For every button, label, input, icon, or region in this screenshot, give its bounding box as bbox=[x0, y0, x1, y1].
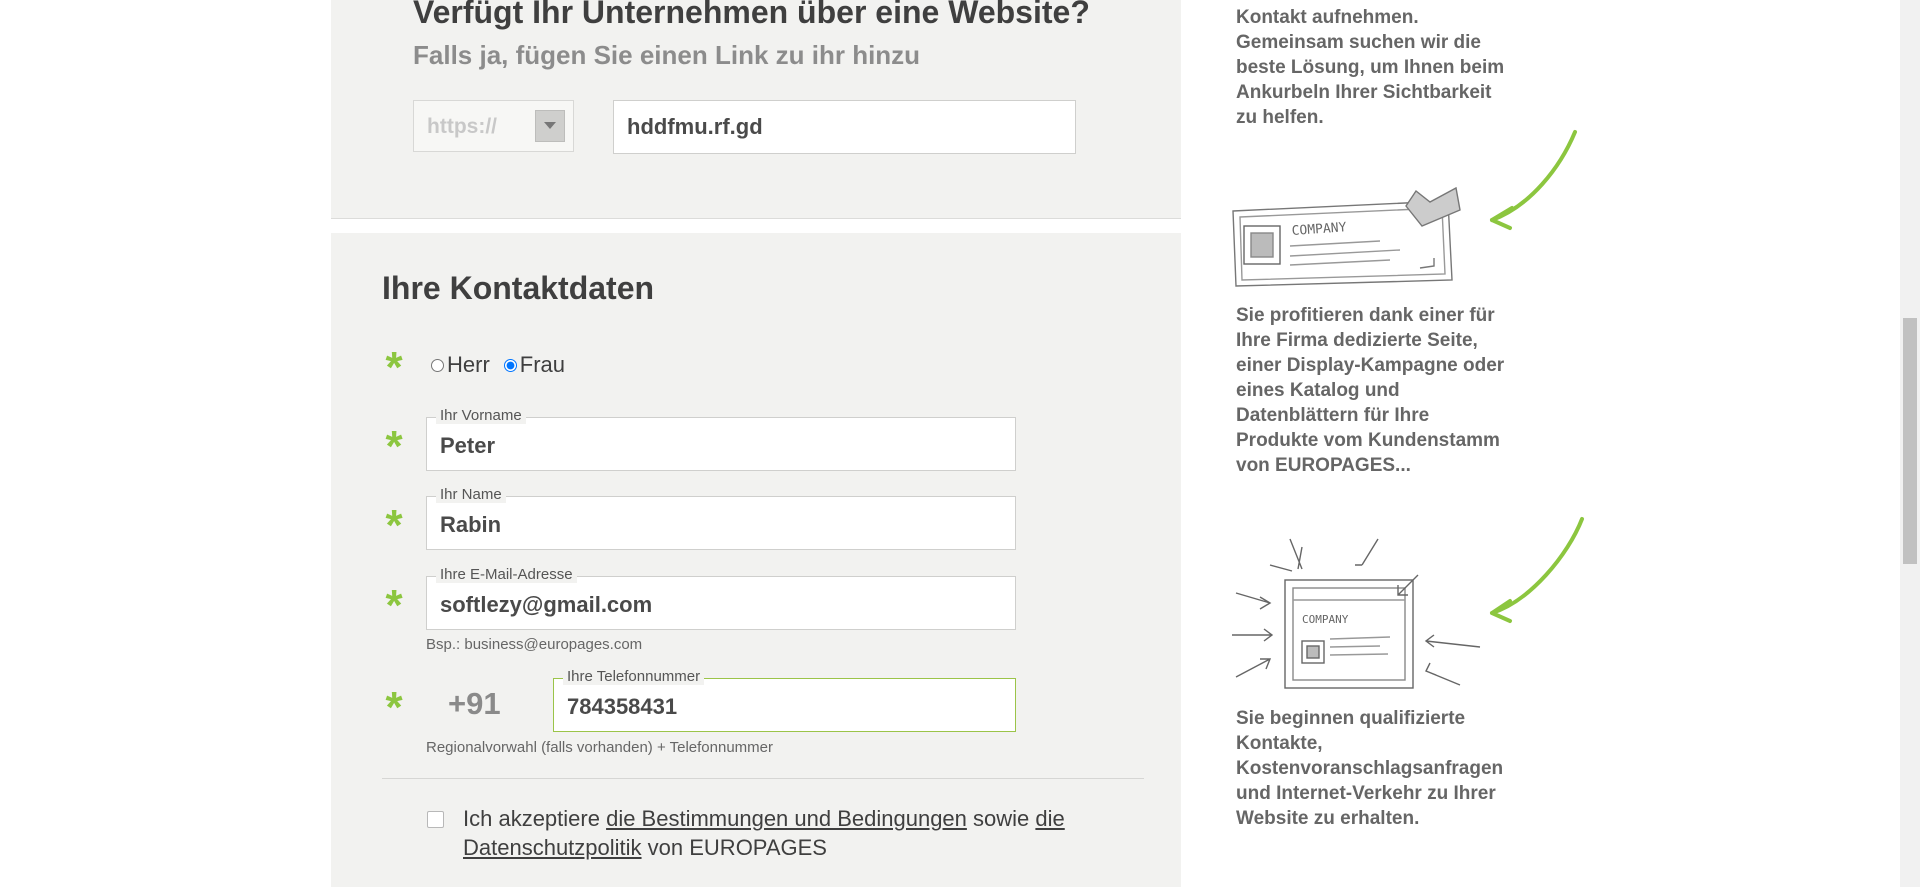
sidebar-text-team: Unser Team wird mit Ihnen Kontakt aufneh… bbox=[1236, 0, 1516, 136]
terms-text-part: von EUROPAGES bbox=[641, 835, 827, 860]
first-name-input[interactable] bbox=[427, 418, 1015, 470]
phone-field: Ihre Telefonnummer bbox=[553, 669, 1016, 732]
privacy-policy-link[interactable]: Datenschutzpolitik bbox=[463, 835, 642, 860]
required-asterisk-icon: * bbox=[385, 501, 403, 550]
company-card-sketch-icon: COMPANY bbox=[1232, 130, 1577, 287]
protocol-dropdown-button[interactable] bbox=[535, 110, 565, 142]
company-page-traffic-sketch-icon: COMPANY bbox=[1232, 517, 1584, 689]
email-hint: Bsp.: business@europages.com bbox=[426, 636, 643, 653]
scrollbar-thumb[interactable] bbox=[1903, 318, 1917, 564]
salutation-option-frau[interactable]: Frau bbox=[503, 352, 566, 378]
email-field: Ihre E-Mail-Adresse bbox=[426, 567, 1016, 630]
sidebar-text-leads: Sie beginnen qualifizierte Kontakte, Kos… bbox=[1236, 708, 1504, 829]
website-question-subtitle: Falls ja, fügen Sie einen Link zu ihr hi… bbox=[413, 40, 921, 70]
salutation-radio-group: Herr Frau bbox=[431, 350, 579, 380]
form-separator bbox=[382, 778, 1144, 779]
sidebar-text-team-content: Unser Team wird mit Ihnen Kontakt aufneh… bbox=[1236, 0, 1505, 128]
protocol-select-value: https:// bbox=[427, 115, 497, 138]
privacy-policy-link-part1[interactable]: die bbox=[1035, 806, 1064, 831]
terms-text-part: Ich akzeptiere bbox=[463, 806, 607, 831]
contact-section-title: Ihre Kontaktdaten bbox=[382, 270, 655, 306]
sketch-company-label: COMPANY bbox=[1291, 220, 1347, 239]
website-url-input[interactable] bbox=[613, 100, 1076, 154]
sketch-company-label: COMPANY bbox=[1302, 613, 1349, 626]
salutation-radio-frau[interactable] bbox=[503, 358, 517, 372]
terms-text-part: sowie bbox=[966, 806, 1036, 831]
protocol-select[interactable]: https:// bbox=[413, 100, 574, 152]
phone-input[interactable] bbox=[554, 679, 1015, 731]
terms-conditions-link[interactable]: die Bestimmungen und Bedingungen bbox=[606, 806, 967, 831]
phone-hint: Regionalvorwahl (falls vorhanden) + Tele… bbox=[426, 739, 773, 756]
salutation-option-herr[interactable]: Herr bbox=[431, 352, 490, 378]
green-arrow-icon bbox=[1490, 517, 1584, 615]
terms-checkbox[interactable] bbox=[427, 811, 444, 828]
required-asterisk-icon: * bbox=[385, 343, 403, 392]
website-question-title: Verfügt Ihr Unternehmen über eine Websit… bbox=[413, 0, 1090, 30]
required-asterisk-icon: * bbox=[385, 683, 403, 732]
phone-country-prefix: +91 bbox=[448, 686, 501, 721]
salutation-label-herr: Herr bbox=[447, 352, 490, 377]
terms-text: Ich akzeptiere die Bestimmungen und Bedi… bbox=[463, 804, 1103, 862]
salutation-label-frau: Frau bbox=[519, 352, 566, 377]
last-name-field: Ihr Name bbox=[426, 487, 1016, 550]
email-input[interactable] bbox=[427, 577, 1015, 629]
first-name-field: Ihr Vorname bbox=[426, 408, 1016, 471]
section-divider bbox=[331, 218, 1181, 233]
last-name-input[interactable] bbox=[427, 497, 1015, 549]
salutation-radio-herr[interactable] bbox=[431, 358, 444, 372]
required-asterisk-icon: * bbox=[385, 581, 403, 630]
sidebar-text-benefits: Sie profitieren dank einer für Ihre Firm… bbox=[1236, 305, 1505, 476]
green-arrow-icon bbox=[1490, 130, 1577, 222]
required-asterisk-icon: * bbox=[385, 422, 403, 471]
chevron-down-icon bbox=[544, 122, 556, 129]
